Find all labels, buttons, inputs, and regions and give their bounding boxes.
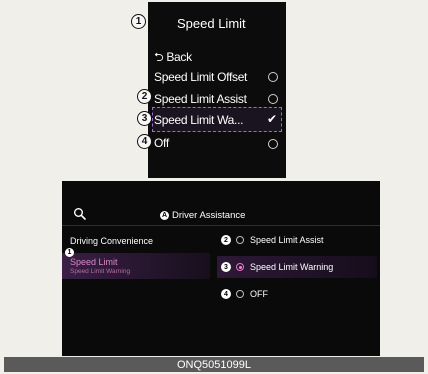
page-title: Driver Assistance — [172, 210, 246, 221]
search-icon[interactable] — [73, 207, 87, 221]
option-off[interactable]: 4 OFF — [217, 283, 377, 305]
option-number: 4 — [221, 289, 231, 299]
option-speed-limit-assist[interactable]: 2 Speed Limit Assist — [217, 229, 377, 251]
option-number: 3 — [221, 262, 231, 272]
sidebar-item-driving-convenience[interactable]: Driving Convenience — [70, 236, 153, 246]
menu-item-speed-limit-warning[interactable]: Speed Limit Wa... — [154, 113, 243, 127]
radio-button-selected[interactable] — [236, 263, 244, 271]
radio-button[interactable] — [236, 290, 244, 298]
option-speed-limit-warning[interactable]: 3 Speed Limit Warning — [217, 256, 377, 278]
checkmark-icon: ✔ — [267, 112, 278, 126]
callout-1: 1 — [131, 14, 146, 29]
menu-item-speed-limit-offset[interactable]: Speed Limit Offset — [154, 70, 247, 84]
option-label: Speed Limit Assist — [250, 235, 324, 245]
radio-speed-limit-offset[interactable] — [268, 72, 278, 82]
head-unit-screen: A Driver Assistance Driving Convenience … — [62, 181, 380, 356]
back-button[interactable]: ⮌ Back — [154, 48, 192, 69]
figure-caption: ONQ5051099L — [4, 357, 424, 372]
marker-1: 1 — [65, 248, 74, 257]
marker-a: A — [160, 211, 169, 220]
menu-title: Speed Limit — [177, 16, 246, 31]
menu-item-off[interactable]: Off — [154, 136, 169, 150]
cluster-menu-screen: Speed Limit ⮌ Back Speed Limit Offset Sp… — [148, 2, 286, 178]
radio-button[interactable] — [236, 236, 244, 244]
callout-3: 3 — [137, 111, 152, 126]
sidebar-sub-label: Speed Limit Warning — [70, 268, 131, 275]
callout-2: 2 — [137, 89, 152, 104]
radio-speed-limit-assist[interactable] — [268, 94, 278, 104]
option-label: OFF — [250, 289, 268, 299]
option-label: Speed Limit Warning — [250, 262, 334, 272]
sidebar-item-speed-limit[interactable]: Speed Limit — [70, 257, 118, 267]
menu-item-speed-limit-assist[interactable]: Speed Limit Assist — [154, 92, 247, 106]
callout-4: 4 — [137, 134, 152, 149]
option-number: 2 — [221, 235, 231, 245]
header-divider — [62, 225, 380, 226]
radio-off[interactable] — [268, 139, 278, 149]
